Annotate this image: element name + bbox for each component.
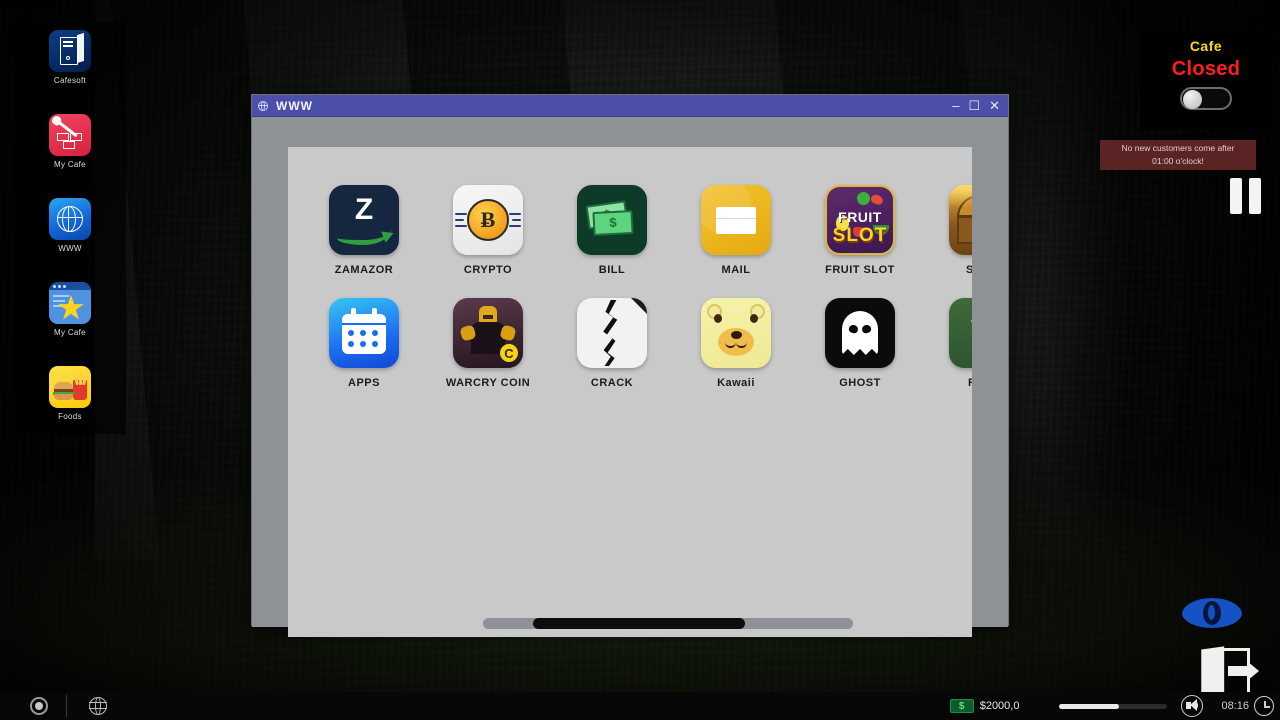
volume-slider[interactable] <box>1059 704 1167 709</box>
tooltip-line-1: No new customers come after <box>1122 142 1235 155</box>
pc-tower-icon <box>49 30 91 72</box>
tooltip-no-new-customers: No new customers come after 01:00 o'cloc… <box>1100 140 1256 170</box>
bear-face-icon <box>701 298 771 368</box>
clock-time: 08:16 <box>1221 700 1249 712</box>
desktop-icon-label: Cafesoft <box>54 77 86 85</box>
money-indicator: $ $2000,0 <box>950 699 1020 713</box>
taskbar: $ $2000,0 08:16 <box>0 692 1280 720</box>
app-tile-real[interactable]: REAL <box>922 298 972 389</box>
app-grid: Z ZAMAZOR Ƀ CRYPTO <box>288 147 972 389</box>
desktop-icon-column: Cafesoft My Cafe WWW My Cafe <box>14 22 126 434</box>
app-label: BILL <box>599 264 625 276</box>
app-label: REAL <box>968 377 972 389</box>
app-tile-crack[interactable]: CRACK <box>550 298 674 389</box>
eye-icon[interactable] <box>1182 594 1242 632</box>
minimize-button[interactable]: – <box>952 99 959 112</box>
fruit-slot-line2: SLOT <box>827 225 893 247</box>
burger-fries-icon <box>49 366 91 408</box>
app-label: SKINS <box>966 264 972 276</box>
app-tile-bill[interactable]: BILL <box>550 185 674 276</box>
globe-icon <box>256 99 270 113</box>
cafe-open-toggle[interactable] <box>1180 87 1232 110</box>
fruit-slot-line1: FRUIT <box>827 209 893 225</box>
app-label: APPS <box>348 377 380 389</box>
desktop-icon-label: My Cafe <box>54 329 86 337</box>
zamazor-icon: Z <box>329 185 399 255</box>
cafe-status-badge: Closed <box>1172 58 1240 81</box>
desktop-icon-label: My Cafe <box>54 161 86 169</box>
desktop-icon-www[interactable]: WWW <box>14 190 126 274</box>
app-tile-apps[interactable]: APPS <box>302 298 426 389</box>
app-tile-ghost[interactable]: GHOST <box>798 298 922 389</box>
build-brush-icon <box>49 114 91 156</box>
window-title-bar[interactable]: WWW – ☐ ✕ <box>252 95 1008 117</box>
window-controls: – ☐ ✕ <box>952 99 1004 112</box>
app-label: MAIL <box>722 264 751 276</box>
taskbar-divider <box>66 695 67 717</box>
app-tile-mail[interactable]: MAIL <box>674 185 798 276</box>
app-tile-zamazor[interactable]: Z ZAMAZOR <box>302 185 426 276</box>
app-label: CRYPTO <box>464 264 512 276</box>
window-title: WWW <box>276 99 313 113</box>
star-window-icon <box>49 282 91 324</box>
taskbar-globe-icon[interactable] <box>89 697 107 715</box>
zamazor-letter: Z <box>329 193 399 227</box>
app-label: CRACK <box>591 377 633 389</box>
desktop-icon-label: Foods <box>58 413 82 421</box>
money-value: $2000,0 <box>980 700 1020 712</box>
close-button[interactable]: ✕ <box>989 99 1000 112</box>
window-body: Z ZAMAZOR Ƀ CRYPTO <box>252 117 1008 627</box>
app-label: ZAMAZOR <box>335 264 394 276</box>
start-circle-icon[interactable] <box>30 697 48 715</box>
banknotes-icon <box>577 185 647 255</box>
cafe-title: Cafe <box>1190 38 1222 54</box>
speaker-icon[interactable] <box>1181 695 1203 717</box>
browser-window: WWW – ☐ ✕ Z ZAMAZOR <box>251 94 1009 626</box>
app-tile-skins[interactable]: SKINS <box>922 185 972 276</box>
app-tile-fruit-slot[interactable]: FRUIT SLOT FRUIT SLOT <box>798 185 922 276</box>
banknote-icon: $ <box>950 699 974 713</box>
horizontal-scrollbar[interactable] <box>483 618 853 629</box>
clock-indicator: 08:16 <box>1221 696 1274 716</box>
app-label: GHOST <box>839 377 881 389</box>
real-icon <box>949 298 972 368</box>
taskbar-right-tray: $ $2000,0 08:16 <box>950 695 1280 717</box>
warcry-coin-letter: C <box>500 344 518 362</box>
scrollbar-thumb[interactable] <box>533 618 745 629</box>
app-label: Kawaii <box>717 377 755 389</box>
volume-slider-fill <box>1059 704 1119 709</box>
desktop-icon-foods[interactable]: Foods <box>14 358 126 442</box>
desktop-icon-cafesoft[interactable]: Cafesoft <box>14 22 126 106</box>
desktop-icon-my-cafe-star[interactable]: My Cafe <box>14 274 126 358</box>
treasure-chest-icon <box>949 185 972 255</box>
cafe-status-panel: Cafe Closed <box>1140 32 1272 130</box>
app-tile-kawaii[interactable]: Kawaii <box>674 298 798 389</box>
pause-icon[interactable] <box>1230 178 1264 214</box>
game-screen: Cafesoft My Cafe WWW My Cafe <box>0 0 1280 720</box>
desktop-icon-label: WWW <box>58 245 82 253</box>
fruit-slot-icon: FRUIT SLOT <box>825 185 895 255</box>
app-label: WARCRY COIN <box>446 377 530 389</box>
desktop-icon-my-cafe-build[interactable]: My Cafe <box>14 106 126 190</box>
torn-page-icon <box>577 298 647 368</box>
clock-icon <box>1254 696 1274 716</box>
envelope-icon <box>701 185 771 255</box>
app-label: FRUIT SLOT <box>825 264 895 276</box>
app-tile-warcry-coin[interactable]: C WARCRY COIN <box>426 298 550 389</box>
app-store-page: Z ZAMAZOR Ƀ CRYPTO <box>288 147 972 637</box>
bitcoin-symbol: Ƀ <box>481 207 496 233</box>
tooltip-line-2: 01:00 o'clock! <box>1152 155 1204 168</box>
warrior-coin-icon: C <box>453 298 523 368</box>
ghost-icon <box>825 298 895 368</box>
maximize-button[interactable]: ☐ <box>968 99 980 112</box>
globe-icon <box>49 198 91 240</box>
toggle-knob <box>1183 90 1202 109</box>
app-tile-crypto[interactable]: Ƀ CRYPTO <box>426 185 550 276</box>
bitcoin-icon: Ƀ <box>453 185 523 255</box>
calendar-grid-icon <box>329 298 399 368</box>
